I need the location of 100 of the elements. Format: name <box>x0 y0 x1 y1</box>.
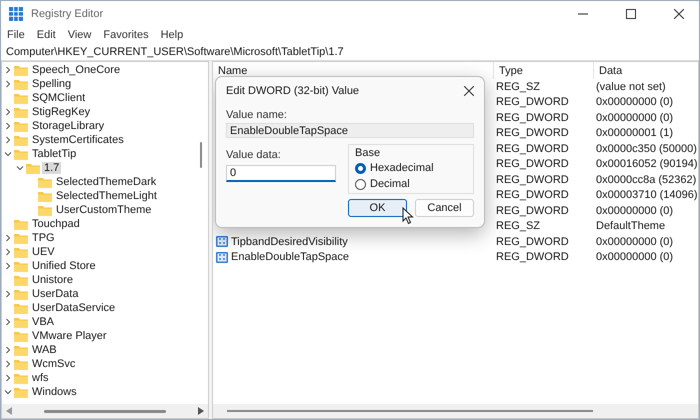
tree-item[interactable]: StorageLibrary <box>30 120 106 132</box>
column-header[interactable]: Data <box>593 62 698 79</box>
chevron-right-icon[interactable] <box>4 108 12 116</box>
radio-option[interactable]: Decimal <box>355 177 467 191</box>
table-cell: (value not set) <box>596 80 666 93</box>
tree-item[interactable]: TabletTip <box>30 148 78 160</box>
chevron-right-icon[interactable] <box>4 80 12 88</box>
folder-icon <box>14 78 28 90</box>
tree-item[interactable]: Touchpad <box>30 218 82 230</box>
folder-icon <box>14 344 28 356</box>
tree-item[interactable]: WAB <box>30 344 59 356</box>
tree-item[interactable]: Speech_OneCore <box>30 64 122 76</box>
column-header[interactable]: Name <box>213 62 493 79</box>
tree-item[interactable]: SelectedThemeDark <box>54 176 158 188</box>
registry-app-icon <box>9 6 23 20</box>
table-cell: 0x00016052 (90194) <box>596 158 698 170</box>
folder-icon <box>38 204 52 216</box>
menu-item[interactable]: Favorites <box>103 28 149 40</box>
horizontal-scrollbar[interactable] <box>2 404 208 418</box>
chevron-right-icon[interactable] <box>4 346 12 354</box>
tree-item[interactable]: Windows <box>30 386 79 398</box>
table-cell: 0x00000001 (1) <box>596 127 674 140</box>
folder-icon <box>14 358 28 370</box>
table-cell: 0x00000000 (0) <box>596 251 674 264</box>
tree-item[interactable]: Unified Store <box>30 260 98 272</box>
dialog-button[interactable]: Cancel <box>415 199 474 217</box>
chevron-down-icon[interactable] <box>16 164 24 172</box>
folder-icon <box>14 274 28 286</box>
address-bar[interactable]: Computer\HKEY_CURRENT_USER\Software\Microsoft\TabletTip\1.7 <box>1 43 699 61</box>
folder-icon <box>14 330 28 342</box>
tree-item[interactable]: VBA <box>30 316 56 328</box>
scroll-right-icon[interactable] <box>198 407 204 415</box>
close-icon[interactable] <box>464 86 474 96</box>
value-data-field[interactable]: 0 <box>226 165 336 182</box>
tree-item[interactable]: StigRegKey <box>30 106 92 118</box>
close-icon[interactable] <box>674 8 684 18</box>
chevron-right-icon[interactable] <box>4 66 12 74</box>
scrollbar-thumb[interactable] <box>200 142 202 168</box>
folder-icon <box>14 134 28 146</box>
folder-icon <box>14 288 28 300</box>
table-cell: EnableDoubleTapSpace <box>231 251 350 264</box>
folder-icon <box>14 120 28 132</box>
table-cell: REG_DWORD <box>496 127 569 140</box>
table-cell: REG_DWORD <box>496 112 569 124</box>
table-cell: REG_SZ <box>496 220 540 232</box>
chevron-right-icon[interactable] <box>4 262 12 270</box>
tree-item[interactable]: SQMClient <box>30 92 88 104</box>
folder-icon <box>26 162 40 174</box>
table-cell: 0x00000000 (0) <box>596 96 674 108</box>
table-cell: REG_DWORD <box>496 142 569 155</box>
folder-icon <box>14 106 28 118</box>
table-cell: 0x00003710 (14096) <box>596 189 698 202</box>
menu-item[interactable]: Edit <box>36 28 56 40</box>
chevron-right-icon[interactable] <box>4 360 12 368</box>
tree-item[interactable]: WcmSvc <box>30 358 78 370</box>
table-cell: 0x0000c350 (50000) <box>596 142 697 155</box>
dialog-button[interactable]: OK <box>348 199 407 217</box>
tree-item[interactable]: wfs <box>30 372 50 384</box>
chevron-right-icon[interactable] <box>4 318 12 326</box>
maximize-icon[interactable] <box>626 8 636 18</box>
binary-value-icon <box>216 252 228 263</box>
folder-icon <box>14 260 28 272</box>
chevron-down-icon[interactable] <box>4 388 12 396</box>
tree-item[interactable]: UEV <box>30 246 57 258</box>
tree-item[interactable]: TPG <box>30 232 57 244</box>
tree-item[interactable]: VMware Player <box>30 330 109 342</box>
chevron-right-icon[interactable] <box>4 136 12 144</box>
radio-icon[interactable] <box>355 178 366 190</box>
folder-icon <box>14 92 28 104</box>
chevron-right-icon[interactable] <box>4 122 12 130</box>
tree-item[interactable]: 1.7 <box>42 162 62 174</box>
tree-item[interactable]: UserData <box>30 288 80 300</box>
radio-option[interactable]: Hexadecimal <box>355 161 467 175</box>
chevron-down-icon[interactable] <box>4 150 12 158</box>
field-label: Value name: <box>226 109 288 121</box>
table-cell: TipbandDesiredVisibility <box>231 236 348 248</box>
folder-icon <box>14 148 28 160</box>
chevron-right-icon[interactable] <box>4 248 12 256</box>
menu-item[interactable]: View <box>68 28 92 40</box>
menu-item[interactable]: File <box>7 28 25 40</box>
folder-icon <box>38 190 52 202</box>
chevron-right-icon[interactable] <box>4 374 12 382</box>
folder-icon <box>14 246 28 258</box>
radio-icon[interactable] <box>355 162 366 174</box>
tree-item[interactable]: SelectedThemeLight <box>54 190 159 202</box>
table-cell: REG_DWORD <box>496 236 569 248</box>
tree-item[interactable]: UserCustomTheme <box>54 204 154 216</box>
tree-item[interactable]: Spelling <box>30 78 74 90</box>
tree-item[interactable]: Unistore <box>30 274 75 286</box>
column-header[interactable]: Type <box>493 62 593 79</box>
menu-item[interactable]: Help <box>160 28 184 40</box>
chevron-right-icon[interactable] <box>4 290 12 298</box>
tree-item[interactable]: SystemCertificates <box>30 134 126 146</box>
chevron-right-icon[interactable] <box>4 234 12 242</box>
horizontal-scrollbar[interactable] <box>213 404 698 418</box>
folder-icon <box>14 64 28 76</box>
tree-item[interactable]: UserDataService <box>30 302 118 314</box>
table-cell: REG_DWORD <box>496 251 569 264</box>
mouse-pointer-icon <box>402 207 414 225</box>
table-cell: REG_DWORD <box>496 174 569 186</box>
